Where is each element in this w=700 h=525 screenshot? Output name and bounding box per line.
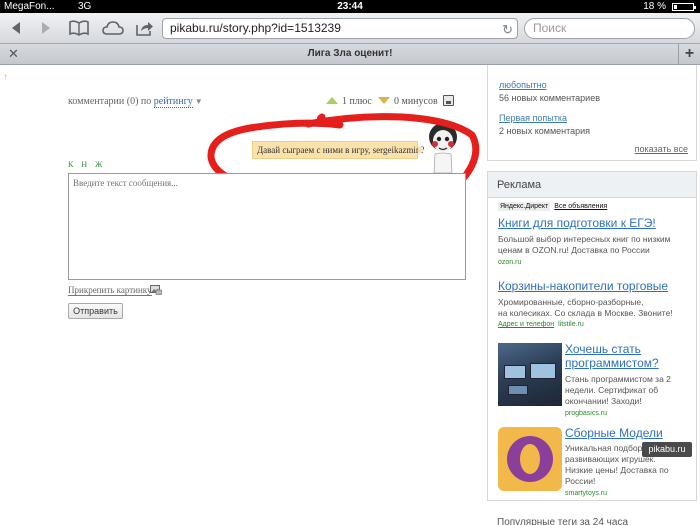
ad-text: недели. Сертификат об	[565, 385, 659, 395]
tab-title[interactable]: Лига Зла оценит!	[0, 44, 700, 64]
plus-count: 1 плюс	[342, 96, 372, 107]
show-all-link[interactable]: показать все	[635, 144, 688, 154]
sidebar-item-count: 56 новых комментариев	[499, 93, 600, 103]
battery-percent: 18 %	[643, 1, 666, 12]
tab-bar: ✕ Лига Зла оценит! +	[0, 44, 700, 65]
ad-text: Большой выбор интересных книг по низким	[498, 234, 671, 244]
ad-text: Стань программистом за 2	[565, 374, 671, 384]
image-icon[interactable]	[150, 285, 162, 295]
ads-header: Реклама	[488, 172, 696, 198]
url-text: pikabu.ru/story.php?id=1513239	[170, 21, 341, 35]
ad-text: ценам в OZON.ru! Доставка по России	[498, 245, 650, 255]
status-bar: MegaFon... 3G 23:44 18 %	[0, 0, 700, 13]
ad-text: Уникальная подборка	[565, 443, 651, 453]
ad-domain[interactable]: ozon.ru	[498, 259, 521, 266]
sidebar-item-count: 2 новых комментария	[499, 126, 591, 136]
yandex-direct-label[interactable]: Яндекс.Директ	[498, 202, 551, 211]
ad-contact-row: Адрес и телефон litstile.ru	[498, 321, 584, 328]
minus-vote[interactable]: 0 минусов	[378, 96, 438, 107]
icloud-tabs-icon[interactable]	[101, 17, 125, 39]
share-icon[interactable]	[135, 17, 155, 39]
jigsaw-puppet-icon	[429, 123, 457, 179]
attach-image-label: Прикрепить картинку	[68, 285, 152, 296]
sidebar-notifications: любопытно 56 новых комментариев Первая п…	[487, 65, 697, 161]
comment-textarea[interactable]	[68, 173, 466, 280]
upvote-icon	[326, 97, 338, 104]
ad-title[interactable]: Книги для подготовки к ЕГЭ!	[498, 217, 656, 230]
back-icon[interactable]	[8, 17, 24, 39]
pikabu-watermark: pikabu.ru	[642, 442, 692, 457]
ad-title[interactable]: Хочешь стать	[565, 343, 641, 356]
ad-title[interactable]: Сборные Модели	[565, 427, 663, 440]
yandex-direct-row: Яндекс.Директ Все объявления	[498, 202, 607, 211]
comment-sort: комментарии (0) по рейтингу ▼	[68, 96, 203, 108]
ad-text: окончании! Заходи!	[565, 396, 642, 406]
ad-text: России!	[565, 476, 596, 486]
scroll-up-icon[interactable]: ↑	[3, 72, 8, 83]
downvote-icon	[378, 97, 390, 104]
bookmarks-icon[interactable]	[68, 17, 90, 39]
reload-icon[interactable]: ↻	[502, 20, 513, 39]
new-tab-icon[interactable]: +	[678, 44, 700, 64]
ad-title[interactable]: Корзины-накопители торговые	[498, 280, 668, 293]
ad-image-toy[interactable]	[498, 427, 562, 491]
ad-domain[interactable]: litstile.ru	[558, 321, 584, 328]
ad-domain[interactable]: smartytoys.ru	[565, 490, 607, 497]
ad-contact-link[interactable]: Адрес и телефон	[498, 321, 554, 328]
minus-count: 0 минусов	[394, 96, 438, 107]
browser-toolbar: pikabu.ru/story.php?id=1513239 ↻ Поиск	[0, 13, 700, 44]
search-input[interactable]: Поиск	[524, 18, 695, 39]
ad-text: Низкие цены! Доставка по	[565, 465, 669, 475]
ad-image-programmer[interactable]	[498, 343, 562, 406]
format-links[interactable]: К Н Ж	[68, 160, 105, 169]
sort-label: комментарии (0) по	[68, 96, 152, 107]
all-ads-link[interactable]: Все объявления	[554, 203, 607, 210]
address-bar[interactable]: pikabu.ru/story.php?id=1513239 ↻	[162, 18, 518, 39]
attach-image-link[interactable]: Прикрепить картинку	[68, 285, 152, 296]
forward-icon[interactable]	[38, 17, 54, 39]
plus-vote[interactable]: 1 плюс	[326, 96, 372, 107]
ad-domain[interactable]: progbasics.ru	[565, 410, 607, 417]
clock: 23:44	[337, 1, 363, 12]
save-icon[interactable]	[443, 95, 454, 106]
send-button[interactable]: Отправить	[68, 303, 123, 319]
popular-tags-heading: Популярные теги за 24 часа	[497, 517, 629, 525]
sidebar-item-title[interactable]: Первая попытка	[499, 113, 567, 123]
sidebar-item-title[interactable]: любопытно	[499, 80, 547, 90]
battery-icon	[672, 3, 696, 11]
web-page: ↑ комментарии (0) по рейтингу ▼ 1 плюс 0 …	[0, 65, 700, 525]
ad-text: на колесиках. Со склада в Москве. Звонит…	[498, 308, 673, 318]
sort-dropdown[interactable]: рейтингу	[153, 96, 193, 108]
ad-text: Хромированные, сборно-разборные,	[498, 297, 644, 307]
chevron-down-icon: ▼	[194, 97, 203, 106]
speech-bubble: Давай сыграем с ними в игру, sergeikazmi…	[252, 141, 424, 159]
ad-title[interactable]: программистом?	[565, 357, 659, 370]
